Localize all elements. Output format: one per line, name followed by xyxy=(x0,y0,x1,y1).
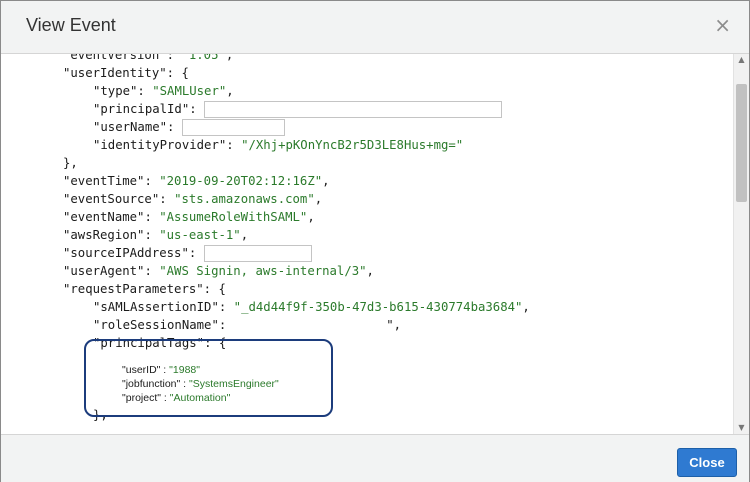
event-json-viewer[interactable]: "eventVersion": "1.05", "userIdentity": … xyxy=(1,54,749,434)
json-line-awsregion: "awsRegion": "us-east-1", xyxy=(63,228,249,242)
dialog-title: View Event xyxy=(26,15,116,35)
json-line-close-brace: }, xyxy=(63,156,78,170)
json-line-requestparameters: "requestParameters": { xyxy=(63,282,226,296)
json-line-eventsource: "eventSource": "sts.amazonaws.com", xyxy=(63,192,323,206)
scroll-down-arrow-icon[interactable]: ▼ xyxy=(734,422,749,434)
json-line-samlassertionid: "sAMLAssertionID": "_d4d44f9f-350b-47d3-… xyxy=(93,300,530,314)
json-line-identityprovider: "identityProvider": "/Xhj+pKOnYncB2r5D3L… xyxy=(93,138,464,152)
tag-jobfunction: "jobfunction" : "SystemsEngineer" xyxy=(122,378,279,390)
scrollbar-thumb[interactable] xyxy=(736,84,747,202)
dialog-footer: Close xyxy=(1,434,749,482)
json-line-useragent: "userAgent": "AWS Signin, aws-internal/3… xyxy=(63,264,374,278)
json-line-type: "type": "SAMLUser", xyxy=(93,84,234,98)
json-line-rolesessionname: "roleSessionName": ", xyxy=(93,318,402,332)
json-line-username: "userName": xyxy=(93,118,285,136)
tag-project: "project" : "Automation" xyxy=(122,392,231,404)
tag-userid: "userID" : "1988" xyxy=(122,364,200,376)
json-line-sourceipaddress: "sourceIPAddress": xyxy=(63,244,312,262)
json-line-eventversion: "eventVersion": "1.05", xyxy=(63,54,234,62)
json-line-principalid: "principalId": xyxy=(93,100,503,118)
vertical-scrollbar[interactable]: ▲ ▼ xyxy=(733,54,749,434)
json-line-useridentity: "userIdentity": { xyxy=(63,66,189,80)
view-event-dialog: View Event × "eventVersion": "1.05", "us… xyxy=(0,0,750,482)
close-icon[interactable]: × xyxy=(714,15,731,35)
dialog-header: View Event × xyxy=(1,1,749,54)
redacted-principalid xyxy=(204,101,503,118)
close-button[interactable]: Close xyxy=(677,448,737,477)
scroll-up-arrow-icon[interactable]: ▲ xyxy=(734,54,749,66)
redacted-username xyxy=(181,119,285,136)
json-line-eventtime: "eventTime": "2019-09-20T02:12:16Z", xyxy=(63,174,330,188)
redacted-sourceipaddress xyxy=(203,245,312,262)
json-line-eventname: "eventName": "AssumeRoleWithSAML", xyxy=(63,210,315,224)
